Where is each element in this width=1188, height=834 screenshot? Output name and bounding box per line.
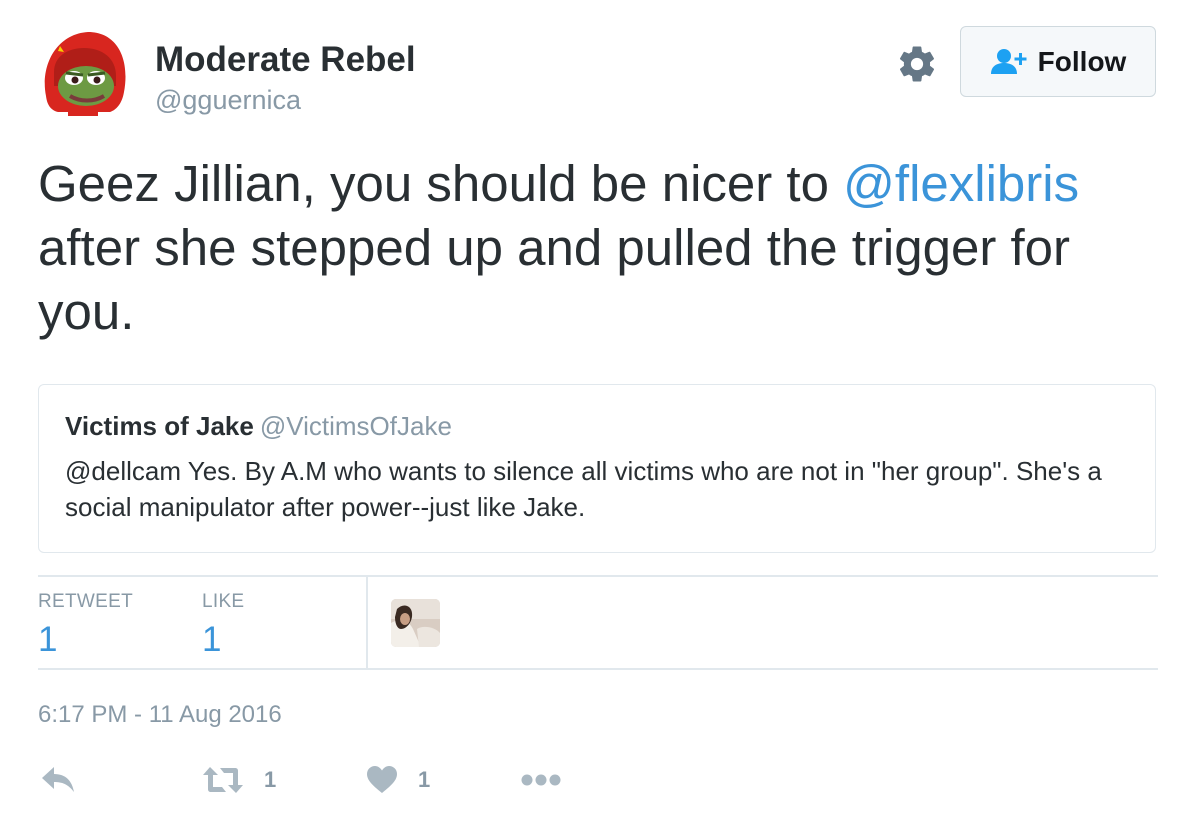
tweet-text-after-mention: after she stepped up and pulled the trig… xyxy=(38,219,1071,340)
author-avatar[interactable] xyxy=(38,26,130,118)
quoted-tweet-header: Victims of Jake @VictimsOfJake xyxy=(65,409,1129,443)
reply-button[interactable] xyxy=(40,760,76,800)
more-dots-icon xyxy=(521,774,561,786)
retweet-icon xyxy=(203,767,243,793)
like-stat-label: LIKE xyxy=(202,591,245,612)
tweet-text-before-mention: Geez Jillian, you should be nicer to xyxy=(38,155,844,212)
pepe-red-hood-avatar-icon xyxy=(38,26,130,118)
liker-avatar[interactable] xyxy=(391,599,440,647)
quoted-tweet-text: @dellcam Yes. By A.M who wants to silenc… xyxy=(65,456,1102,522)
follow-button[interactable]: Follow xyxy=(960,26,1156,97)
retweet-stat[interactable]: RETWEET 1 xyxy=(38,590,133,662)
tweet-timestamp[interactable]: 6:17 PM - 11 Aug 2016 xyxy=(38,700,282,730)
stats-bottom-divider xyxy=(38,668,1158,670)
like-stat-count: 1 xyxy=(202,620,222,659)
like-stat[interactable]: LIKE 1 xyxy=(202,590,244,662)
quoted-tweet-display-name: Victims of Jake xyxy=(65,411,254,441)
liker-photo-avatar-icon xyxy=(391,599,440,647)
follow-button-label: Follow xyxy=(1037,45,1127,77)
quoted-tweet-screen-name: @VictimsOfJake xyxy=(259,411,452,441)
quoted-tweet[interactable]: Victims of Jake @VictimsOfJake @dellcam Y… xyxy=(38,384,1156,553)
like-button[interactable]: 1 xyxy=(366,760,430,800)
author-screen-name[interactable]: @gguernica xyxy=(155,83,301,117)
tweet-text: Geez Jillian, you should be nicer to @fl… xyxy=(38,152,1148,344)
more-button[interactable] xyxy=(521,760,561,800)
gear-icon[interactable] xyxy=(896,43,938,85)
stats-vertical-divider xyxy=(366,577,368,668)
retweet-button[interactable]: 1 xyxy=(202,760,276,800)
reply-icon xyxy=(42,767,74,792)
like-action-count: 1 xyxy=(418,767,431,792)
stats-top-divider xyxy=(38,575,1158,577)
add-user-icon xyxy=(990,48,1027,74)
heart-icon xyxy=(367,766,397,793)
tweet-mention-link[interactable]: @flexlibris xyxy=(843,155,1079,212)
retweet-stat-label: RETWEET xyxy=(38,591,133,612)
author-display-name[interactable]: Moderate Rebel xyxy=(155,38,416,82)
retweet-stat-count: 1 xyxy=(38,620,58,659)
retweet-action-count: 1 xyxy=(264,767,277,792)
